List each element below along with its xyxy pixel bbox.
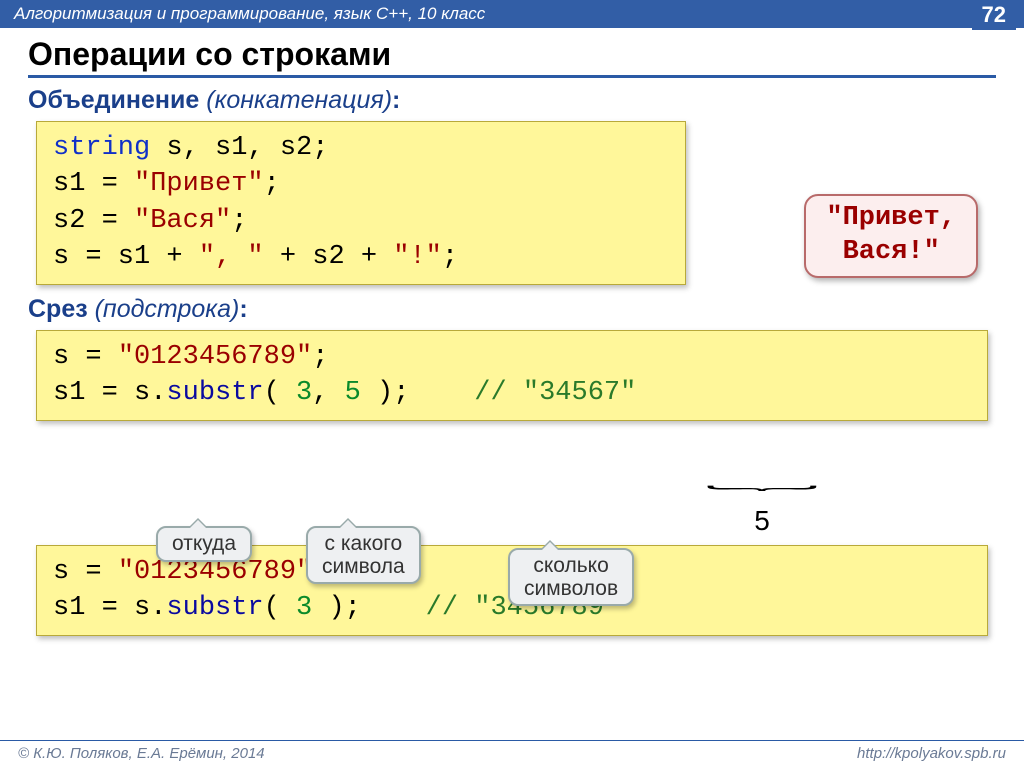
result-bubble: "Привет, Вася!" bbox=[804, 194, 978, 278]
section-paren: (конкатенация) bbox=[206, 86, 392, 114]
code-line: s1 = s.substr( 3, 5 ); // "34567" bbox=[53, 375, 971, 411]
section-substr-heading: Срез (подстрока): bbox=[28, 295, 996, 324]
page-number: 72 bbox=[972, 0, 1016, 30]
code-line: s = s1 + ", " + s2 + "!"; bbox=[53, 239, 669, 275]
course-title: Алгоритмизация и программирование, язык … bbox=[14, 4, 485, 24]
footer-url: http://kpolyakov.spb.ru bbox=[857, 745, 1006, 762]
slide-header: Алгоритмизация и программирование, язык … bbox=[0, 0, 1024, 28]
callout-source: откуда bbox=[156, 526, 252, 562]
section-concat-heading: Объединение (конкатенация): bbox=[28, 86, 996, 115]
code-line: s = "0123456789"; bbox=[53, 339, 971, 375]
callout-how-many: сколько символов bbox=[508, 548, 634, 606]
section-paren: (подстрока) bbox=[95, 295, 240, 323]
slide-footer: © К.Ю. Поляков, Е.А. Ерёмин, 2014 http:/… bbox=[0, 740, 1024, 768]
copyright: © К.Ю. Поляков, Е.А. Ерёмин, 2014 bbox=[18, 745, 265, 762]
code-line: s2 = "Вася"; bbox=[53, 203, 669, 239]
code-block-substr1: s = "0123456789"; s1 = s.substr( 3, 5 );… bbox=[36, 330, 988, 421]
slide-title: Операции со строками bbox=[28, 36, 996, 78]
callout-from-char: с какого символа bbox=[306, 526, 421, 584]
slide-content: Операции со строками Объединение (конкат… bbox=[0, 28, 1024, 636]
brace-icon: ︸ bbox=[498, 491, 1024, 501]
code-line: s1 = "Привет"; bbox=[53, 166, 669, 202]
code-line: string s, s1, s2; bbox=[53, 130, 669, 166]
section-keyword: Объединение bbox=[28, 86, 199, 114]
section-keyword: Срез bbox=[28, 295, 88, 323]
brace-count: 5 bbox=[754, 505, 770, 536]
brace-annotation: ︸ 5 bbox=[702, 490, 822, 537]
code-block-concat: string s, s1, s2; s1 = "Привет"; s2 = "В… bbox=[36, 121, 686, 285]
